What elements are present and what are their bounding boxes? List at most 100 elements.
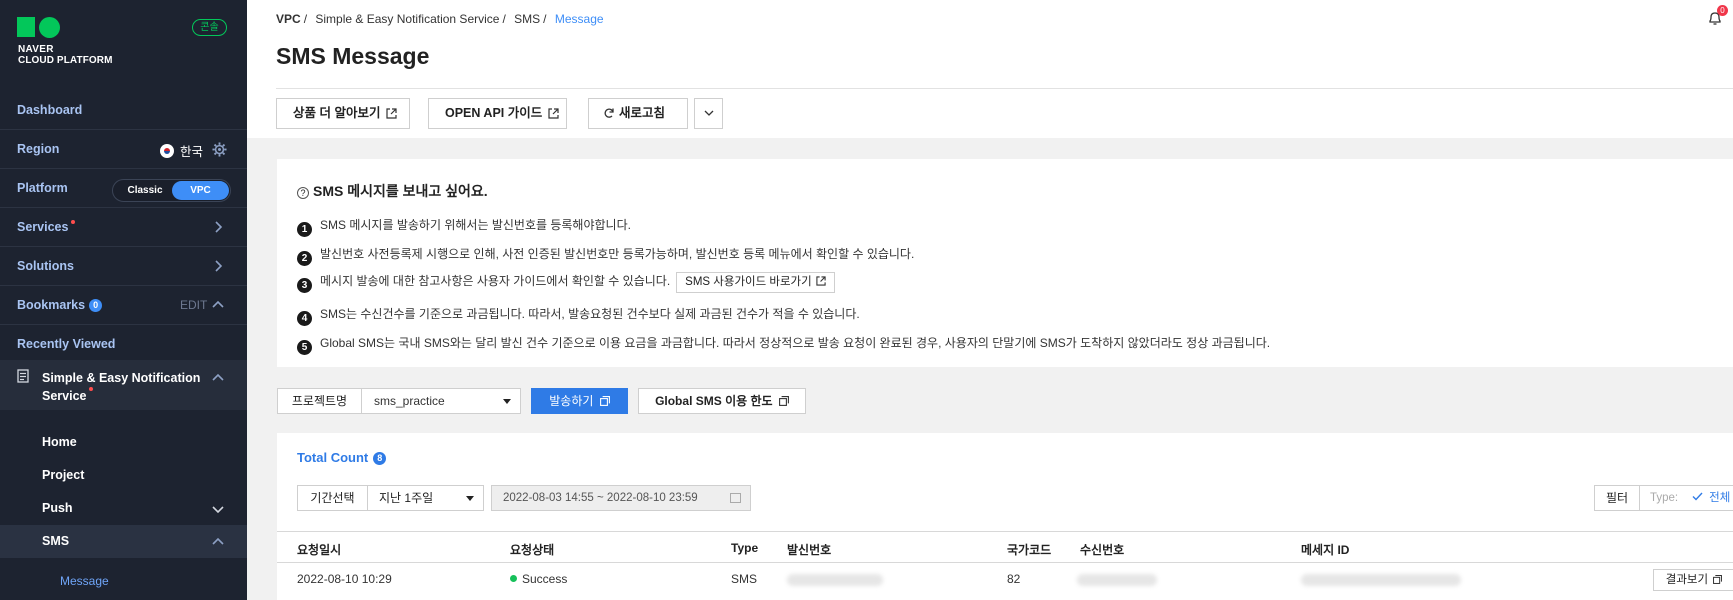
type-filter[interactable]: Type: 전체 <box>1639 485 1733 511</box>
sidebar: NAVER CLOUD PLATFORM 콘솔 Dashboard Region… <box>0 0 247 600</box>
open-api-guide-label: OPEN API 가이드 <box>445 106 543 120</box>
col-receiver-number[interactable]: 수신번호 <box>1080 541 1124 558</box>
sidebar-item-label: Push <box>42 501 73 515</box>
cell-request-time: 2022-08-10 10:29 <box>297 572 392 586</box>
table-header: 요청일시 요청상태 Type 발신번호 국가코드 수신번호 메세지 ID <box>277 531 1733 563</box>
sidebar-item-message[interactable]: Message <box>60 574 109 588</box>
global-sms-limit-label: Global SMS 이용 한도 <box>655 394 773 408</box>
sidebar-item-label: Project <box>42 468 85 482</box>
page-title: SMS Message <box>276 43 430 69</box>
table-row[interactable]: 2022-08-10 10:29 Success SMS 82 결과보기 <box>277 563 1733 600</box>
chevron-up-icon[interactable] <box>210 297 226 313</box>
nav-region[interactable]: Region 한국 <box>0 130 247 169</box>
sidebar-service-sens[interactable]: Simple & Easy Notification Service <box>0 360 247 410</box>
cell-country-code: 82 <box>1007 572 1021 586</box>
cell-type: SMS <box>731 572 758 586</box>
sidebar-item-home[interactable]: Home <box>0 426 247 459</box>
open-api-guide-button[interactable]: OPEN API 가이드 <box>428 98 567 129</box>
send-button[interactable]: 발송하기 <box>531 388 628 414</box>
gear-icon[interactable] <box>212 142 227 157</box>
naver-cloud-logo[interactable]: NAVER CLOUD PLATFORM <box>17 17 137 67</box>
nav-solutions-label: Solutions <box>17 259 74 273</box>
sidebar-item-project[interactable]: Project <box>0 459 247 492</box>
refresh-label: 새로고침 <box>619 106 666 120</box>
console-badge[interactable]: 콘솔 <box>192 19 227 36</box>
platform-vpc-option[interactable]: VPC <box>172 181 229 200</box>
page-header: VPC / Simple & Easy Notification Service /… <box>247 0 1733 138</box>
nav-services[interactable]: Services <box>0 208 247 247</box>
col-request-time[interactable]: 요청일시 <box>297 541 341 558</box>
total-count-badge: 8 <box>373 452 387 465</box>
new-window-icon <box>599 396 610 406</box>
info-line-text: SMS는 수신건수를 기준으로 과금됩니다. 따라서, 발송요청된 건수보다 실… <box>320 307 860 321</box>
chevron-right-icon <box>210 219 226 235</box>
caret-down-icon <box>466 496 474 501</box>
col-sender-number[interactable]: 발신번호 <box>787 541 831 558</box>
breadcrumb: VPC / Simple & Easy Notification Service /… <box>276 12 604 26</box>
project-select[interactable]: sms_practice <box>361 388 521 414</box>
guide-link-label: SMS 사용가이드 바로가기 <box>685 276 812 288</box>
learn-more-button[interactable]: 상품 더 알아보기 <box>276 98 410 129</box>
breadcrumb-vpc[interactable]: VPC <box>276 12 301 26</box>
more-options-button[interactable] <box>694 98 723 129</box>
step-number-badge: 5 <box>297 340 312 355</box>
info-line-5: 5 Global SMS는 국내 SMS와는 달리 발신 건수 기준으로 이용 요… <box>297 334 1270 355</box>
service-name-text: Simple & Easy Notification Service <box>42 371 201 403</box>
nav-dashboard-label: Dashboard <box>17 103 83 117</box>
send-label: 발송하기 <box>549 394 594 408</box>
chevron-up-icon[interactable] <box>210 370 226 386</box>
notification-count-badge: 0 <box>1717 5 1728 16</box>
nav-dashboard[interactable]: Dashboard <box>0 91 247 130</box>
period-select[interactable]: 지난 1주일 <box>367 485 484 511</box>
col-type[interactable]: Type <box>731 541 758 555</box>
chevron-down-icon <box>704 110 713 116</box>
step-number-badge: 4 <box>297 311 312 326</box>
breadcrumb-service[interactable]: Simple & Easy Notification Service <box>315 12 499 26</box>
nav-services-text: Services <box>17 220 69 234</box>
learn-more-label: 상품 더 알아보기 <box>293 106 381 120</box>
nav-platform: Platform Classic VPC <box>0 169 247 208</box>
step-number-badge: 2 <box>297 251 312 266</box>
platform-classic-option[interactable]: Classic <box>121 180 169 201</box>
col-request-status[interactable]: 요청상태 <box>510 541 554 558</box>
view-result-label: 결과보기 <box>1665 574 1709 586</box>
new-window-icon <box>778 396 789 406</box>
filter-button[interactable]: 필터 <box>1594 485 1640 511</box>
chevron-right-icon <box>210 258 226 274</box>
nav-bookmarks[interactable]: Bookmarks 0 EDIT <box>0 286 247 325</box>
new-indicator-dot <box>71 220 76 224</box>
sidebar-item-sms[interactable]: SMS <box>0 525 247 558</box>
col-country-code[interactable]: 국가코드 <box>1007 541 1051 558</box>
platform-toggle[interactable]: Classic VPC <box>112 179 231 202</box>
global-sms-limit-button[interactable]: Global SMS 이용 한도 <box>638 388 806 414</box>
nav-solutions[interactable]: Solutions <box>0 247 247 286</box>
breadcrumb-sms[interactable]: SMS <box>514 12 540 26</box>
message-list-panel: Total Count 8 기간선택 지난 1주일 2022-08-03 14:5… <box>277 433 1733 600</box>
sidebar-item-push[interactable]: Push <box>0 492 247 525</box>
region-selector[interactable]: 한국 <box>160 141 203 160</box>
region-value: 한국 <box>180 145 204 159</box>
view-result-button[interactable]: 결과보기 <box>1653 569 1733 591</box>
project-name-label: 프로젝트명 <box>277 388 362 414</box>
redacted-message-id <box>1301 574 1461 586</box>
step-number-badge: 3 <box>297 278 312 293</box>
title-divider <box>276 88 1733 89</box>
nav-region-label: Region <box>17 142 60 156</box>
info-panel: ? SMS 메시지를 보내고 싶어요. 1 SMS 메시지를 발송하기 위해서는 발… <box>277 159 1733 367</box>
new-indicator-dot <box>89 387 94 391</box>
refresh-button[interactable]: 새로고침 <box>588 98 688 129</box>
col-message-id[interactable]: 메세지 ID <box>1301 541 1349 558</box>
nav-bookmarks-text: Bookmarks <box>17 298 86 312</box>
sidebar-item-label: SMS <box>42 534 70 548</box>
info-line-text: 메시지 발송에 대한 참고사항은 사용자 가이드에서 확인할 수 있습니다. <box>320 274 671 288</box>
date-range-input[interactable]: 2022-08-03 14:55 ~ 2022-08-10 23:59 <box>491 485 751 511</box>
logo-circle-icon <box>39 17 60 38</box>
calendar-icon <box>730 493 741 503</box>
document-icon <box>17 369 29 383</box>
bookmarks-edit-button[interactable]: EDIT <box>180 298 207 312</box>
sms-user-guide-link[interactable]: SMS 사용가이드 바로가기 <box>676 272 835 293</box>
period-selected-value: 지난 1주일 <box>379 491 434 505</box>
info-line-3: 3 메시지 발송에 대한 참고사항은 사용자 가이드에서 확인할 수 있습니다. S… <box>297 272 835 293</box>
info-heading-text: SMS 메시지를 보내고 싶어요. <box>313 183 488 199</box>
nav-recently-viewed-label: Recently Viewed <box>17 337 116 351</box>
